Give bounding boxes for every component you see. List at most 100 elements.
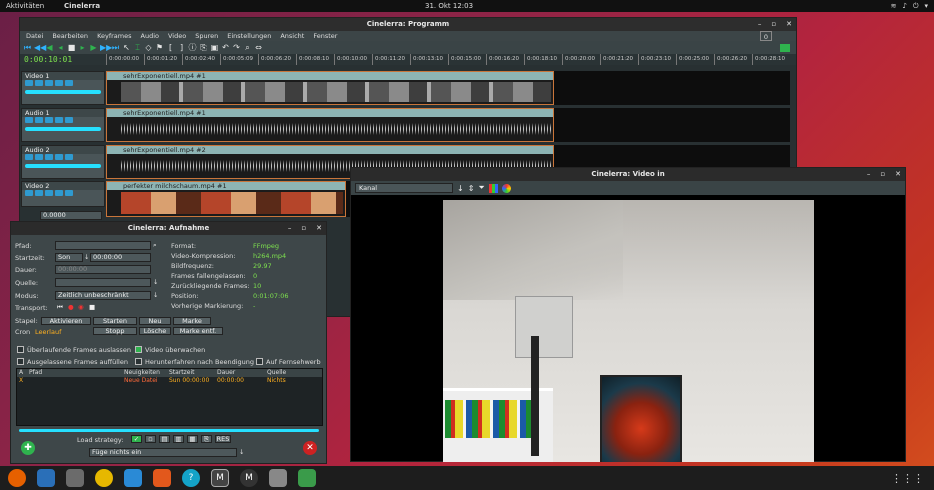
track-fader[interactable] bbox=[25, 127, 101, 131]
batch-list[interactable]: A Pfad Neuigkeiten Startzeit Dauer Quell… bbox=[16, 368, 323, 426]
skip-overflow-checkbox[interactable] bbox=[17, 346, 24, 353]
new-file-icon[interactable]: ▫ bbox=[145, 435, 156, 443]
frame-back-icon[interactable]: ◂ bbox=[56, 43, 65, 52]
track-name[interactable]: Audio 1 bbox=[22, 109, 104, 117]
sort-icon[interactable]: ⇕ bbox=[468, 184, 475, 193]
col-quelle[interactable]: Quelle bbox=[267, 369, 307, 377]
fast-reverse-icon[interactable]: ◀◀ bbox=[34, 43, 46, 52]
commercial-checkbox[interactable] bbox=[256, 358, 263, 365]
quelle-field[interactable] bbox=[55, 278, 151, 287]
record-single-icon[interactable]: ◉ bbox=[78, 303, 84, 311]
software-icon[interactable] bbox=[153, 469, 171, 487]
app-menu[interactable]: Cinelerra bbox=[64, 2, 100, 10]
chevron-down-icon[interactable]: ↓ bbox=[239, 448, 244, 456]
menu-einstellungen[interactable]: Einstellungen bbox=[227, 31, 271, 41]
load-strategy-select[interactable]: Füge nichts ein bbox=[89, 448, 237, 457]
arrow-down-icon[interactable]: ↓ bbox=[457, 184, 464, 193]
starten-button[interactable]: Starten bbox=[93, 317, 137, 325]
copy-icon[interactable]: ⎘ bbox=[201, 435, 212, 443]
clip-audio-1[interactable]: sehrExponentiell.mp4 #1 bbox=[106, 108, 554, 142]
close-icon[interactable]: ✕ bbox=[786, 18, 792, 31]
mail-icon[interactable] bbox=[37, 469, 55, 487]
maximize-icon[interactable]: ▫ bbox=[880, 168, 885, 181]
col-neuigkeiten[interactable]: Neuigkeiten bbox=[124, 369, 169, 377]
marke-entf-button[interactable]: Marke entf. bbox=[173, 327, 223, 335]
modus-select[interactable]: Zeitlich unbeschränkt bbox=[55, 291, 151, 300]
marke-button[interactable]: Marke bbox=[173, 317, 211, 325]
cinelerra-icon[interactable]: M bbox=[211, 469, 229, 487]
cancel-icon[interactable]: ✕ bbox=[303, 441, 317, 455]
chevron-down-icon[interactable]: ↓ bbox=[84, 253, 89, 261]
stop-icon[interactable]: ■ bbox=[89, 303, 95, 311]
rhythmbox-icon[interactable] bbox=[95, 469, 113, 487]
monitor-video-checkbox[interactable] bbox=[135, 346, 142, 353]
shutdown-checkbox[interactable] bbox=[135, 358, 142, 365]
menu-audio[interactable]: Audio bbox=[141, 31, 159, 41]
firefox-icon[interactable] bbox=[8, 469, 26, 487]
maximize-icon[interactable]: ▫ bbox=[771, 18, 776, 31]
track-name[interactable]: Video 1 bbox=[22, 72, 104, 80]
confirm-icon[interactable]: ✚ bbox=[21, 441, 35, 455]
menu-datei[interactable]: Datei bbox=[26, 31, 43, 41]
redo-icon[interactable]: ↷ bbox=[232, 43, 241, 52]
position-field[interactable]: 0.0000 bbox=[40, 211, 102, 220]
aktivieren-button[interactable]: Aktivieren bbox=[41, 317, 91, 325]
start-day-field[interactable]: Son bbox=[55, 253, 83, 262]
close-icon[interactable]: ✕ bbox=[895, 168, 901, 181]
menu-bearbeiten[interactable]: Bearbeiten bbox=[52, 31, 88, 41]
cut-tool-icon[interactable]: ⌶ bbox=[133, 43, 142, 53]
chevron-down-icon[interactable]: ↓ bbox=[153, 291, 158, 299]
append-icon[interactable]: ▥ bbox=[173, 435, 184, 443]
paste-icon[interactable]: ▣ bbox=[210, 43, 219, 52]
dauer-field[interactable]: 00:00:00 bbox=[55, 265, 151, 274]
trash-icon[interactable] bbox=[298, 469, 316, 487]
stopp-button[interactable]: Stopp bbox=[93, 327, 137, 335]
cinelerra2-icon[interactable]: M bbox=[240, 469, 258, 487]
zoom-icon[interactable]: ⌕ bbox=[243, 43, 252, 53]
copy-icon[interactable]: ⎘ bbox=[199, 43, 208, 53]
track-area-video-1[interactable]: sehrExponentiell.mp4 #1 bbox=[106, 71, 790, 105]
close-icon[interactable]: ✕ bbox=[316, 222, 322, 235]
activities-button[interactable]: Aktivitäten bbox=[6, 2, 44, 10]
app-grid-icon[interactable]: ⋮⋮⋮ bbox=[891, 472, 924, 485]
clip-video-2[interactable]: perfekter milchschaum.mp4 #1 bbox=[106, 181, 346, 217]
menu-spuren[interactable]: Spuren bbox=[195, 31, 218, 41]
play-icon[interactable]: ▶ bbox=[89, 43, 98, 52]
writer-icon[interactable] bbox=[124, 469, 142, 487]
in-point-icon[interactable]: [ bbox=[166, 43, 175, 52]
ok-icon[interactable]: ✓ bbox=[131, 435, 142, 443]
loesche-button[interactable]: Lösche bbox=[139, 327, 171, 335]
end-icon[interactable]: ⏭ bbox=[111, 43, 120, 53]
chevron-down-icon[interactable]: ↓ bbox=[153, 278, 158, 286]
menu-ansicht[interactable]: Ansicht bbox=[280, 31, 304, 41]
menu-video[interactable]: Video bbox=[168, 31, 186, 41]
track-name[interactable]: Video 2 bbox=[22, 182, 104, 190]
track-area-audio-1[interactable]: sehrExponentiell.mp4 #1 bbox=[106, 108, 790, 142]
menu-fenster[interactable]: Fenster bbox=[313, 31, 337, 41]
stop-icon[interactable]: ■ bbox=[67, 43, 76, 52]
search-icon[interactable]: ⌕ bbox=[153, 241, 157, 250]
col-dauer[interactable]: Dauer bbox=[217, 369, 267, 377]
minimize-icon[interactable]: – bbox=[288, 222, 292, 235]
col-startzeit[interactable]: Startzeit bbox=[169, 369, 217, 377]
disk-icon[interactable] bbox=[269, 469, 287, 487]
fast-forward-icon[interactable]: ▶▶ bbox=[100, 43, 112, 52]
time-ruler[interactable]: 0:00:00:00 0:00:01:20 0:00:02:40 0:00:05:09… bbox=[106, 54, 790, 65]
files-icon[interactable] bbox=[66, 469, 84, 487]
record-icon[interactable]: ● bbox=[68, 303, 74, 311]
maximize-icon[interactable]: ▫ bbox=[301, 222, 306, 235]
fit-icon[interactable]: ⇔ bbox=[254, 43, 263, 52]
clock[interactable]: 31. Okt 12:03 bbox=[425, 2, 473, 10]
track-toggles[interactable] bbox=[22, 154, 104, 162]
color-bars-icon[interactable] bbox=[488, 183, 498, 193]
table-row[interactable]: X Neue Datei Sun 00:00:00 00:00:00 Nicht… bbox=[17, 377, 322, 385]
neu-button[interactable]: Neu bbox=[139, 317, 171, 325]
track-toggles[interactable] bbox=[22, 190, 104, 198]
res-button[interactable]: RES bbox=[215, 435, 231, 443]
paste-icon[interactable]: ▤ bbox=[159, 435, 170, 443]
info-icon[interactable]: ⓘ bbox=[188, 42, 197, 53]
filter-icon[interactable]: ⏷ bbox=[478, 183, 484, 193]
replace-icon[interactable]: ▦ bbox=[187, 435, 198, 443]
pfad-input[interactable] bbox=[55, 241, 151, 250]
rewind-icon[interactable]: ⏮ bbox=[23, 43, 32, 53]
